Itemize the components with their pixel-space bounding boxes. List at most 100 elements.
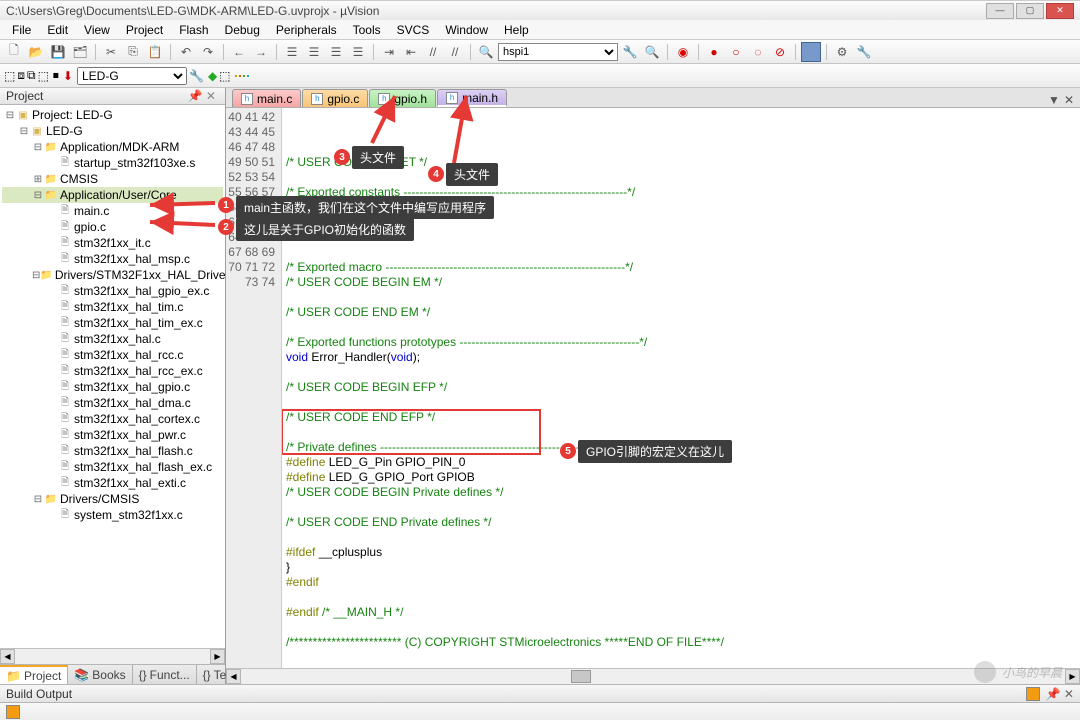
code-editor[interactable]: 40 41 42 43 44 45 46 47 48 49 50 51 52 5… (226, 108, 1080, 668)
tree-item[interactable]: ⊟📁Drivers/STM32F1xx_HAL_Driver (2, 267, 223, 283)
breakpoint-enable[interactable]: ○ (726, 42, 746, 62)
ehscroll-left[interactable]: ◀ (226, 669, 241, 684)
breakpoint-kill[interactable]: ⊘ (770, 42, 790, 62)
project-tree[interactable]: ⊟▣Project: LED-G⊟▣LED-G⊟📁Application/MDK… (0, 105, 225, 648)
sidebar-hscroll[interactable]: ◀ ▶ (0, 648, 225, 664)
hscroll-left[interactable]: ◀ (0, 649, 15, 664)
new-button[interactable]: 🗋 (4, 42, 24, 62)
outdent-button[interactable]: ⇤ (401, 42, 421, 62)
menu-view[interactable]: View (76, 23, 118, 37)
download-button[interactable]: ⬇ (63, 69, 73, 83)
tree-item[interactable]: 🗎stm32f1xx_hal.c (2, 331, 223, 347)
uncomment-button[interactable]: // (445, 42, 465, 62)
tree-item[interactable]: 🗎stm32f1xx_hal_tim_ex.c (2, 315, 223, 331)
manage-rtenv-button[interactable]: ◆ (208, 69, 217, 83)
target-options-button[interactable]: 🔧 (189, 69, 204, 83)
comment-button[interactable]: // (423, 42, 443, 62)
tab-close[interactable]: ✕ (1064, 93, 1074, 107)
rebuild-button[interactable]: ⧉ (27, 68, 36, 83)
panel-pin-icon[interactable]: 📌 ✕ (185, 89, 219, 103)
code-content[interactable]: /* USER CODE END ET */ /* Exported const… (282, 108, 1080, 668)
editor-tab-main-c[interactable]: hmain.c (232, 89, 301, 107)
minimize-button[interactable]: — (986, 3, 1014, 19)
forward-button[interactable]: → (251, 42, 271, 62)
build-output-pin-icon[interactable]: 📌 ✕ (1046, 687, 1074, 701)
build-button[interactable]: ⧈ (17, 68, 25, 83)
menu-edit[interactable]: Edit (39, 23, 76, 37)
find-in-files-button[interactable]: 🔍 (476, 42, 496, 62)
tree-item[interactable]: 🗎stm32f1xx_hal_dma.c (2, 395, 223, 411)
tree-item[interactable]: 🗎stm32f1xx_hal_gpio_ex.c (2, 283, 223, 299)
debug-button[interactable]: ◉ (673, 42, 693, 62)
window-toggle[interactable] (801, 42, 821, 62)
tree-item[interactable]: 🗎stm32f1xx_hal_cortex.c (2, 411, 223, 427)
tree-item[interactable]: ⊟📁Application/User/Core (2, 187, 223, 203)
paste-button[interactable]: 📋 (145, 42, 165, 62)
build-output-warning-icon[interactable] (1026, 687, 1040, 701)
tree-item[interactable]: 🗎stm32f1xx_hal_flash_ex.c (2, 459, 223, 475)
cut-button[interactable]: ✂ (101, 42, 121, 62)
menu-file[interactable]: File (4, 23, 39, 37)
find-combo[interactable]: hspi1 (498, 43, 618, 61)
tree-item[interactable]: 🗎stm32f1xx_hal_exti.c (2, 475, 223, 491)
tree-item[interactable]: 🗎stm32f1xx_it.c (2, 235, 223, 251)
configure-button[interactable]: ⚙ (832, 42, 852, 62)
menu-tools[interactable]: Tools (345, 23, 389, 37)
tb-green-1[interactable] (243, 75, 245, 77)
editor-hscroll[interactable]: ◀ ▶ (226, 668, 1080, 684)
sidebar-tab-funct[interactable]: {}Funct... (133, 665, 197, 684)
sidebar-tab-books[interactable]: 📚Books (68, 665, 132, 684)
close-button[interactable]: ✕ (1046, 3, 1074, 19)
tree-item[interactable]: ⊟📁Drivers/CMSIS (2, 491, 223, 507)
redo-button[interactable]: ↷ (198, 42, 218, 62)
find-button[interactable]: 🔧 (620, 42, 640, 62)
bookmark-toggle-button[interactable]: ☰ (282, 42, 302, 62)
editor-tab-gpio-c[interactable]: hgpio.c (302, 89, 368, 107)
bookmark-clear-button[interactable]: ☰ (348, 42, 368, 62)
target-select[interactable]: LED-G (77, 67, 187, 85)
tree-item[interactable]: 🗎gpio.c (2, 219, 223, 235)
breakpoint-disable[interactable]: ◌ (748, 42, 768, 62)
menu-window[interactable]: Window (437, 23, 496, 37)
tree-item[interactable]: ⊞📁CMSIS (2, 171, 223, 187)
stop-build-button[interactable]: ⏹ (53, 68, 59, 83)
maximize-button[interactable]: ▢ (1016, 3, 1044, 19)
options-button[interactable]: 🔧 (854, 42, 874, 62)
saveall-button[interactable]: 🗂 (70, 42, 90, 62)
menu-svcs[interactable]: SVCS (389, 23, 438, 37)
incremental-find-button[interactable]: 🔍 (642, 42, 662, 62)
undo-button[interactable]: ↶ (176, 42, 196, 62)
indent-button[interactable]: ⇥ (379, 42, 399, 62)
menu-peripherals[interactable]: Peripherals (268, 23, 345, 37)
tree-item[interactable]: 🗎system_stm32f1xx.c (2, 507, 223, 523)
translate-button[interactable]: ⬚ (4, 69, 15, 83)
tb-orange-1[interactable] (239, 75, 241, 77)
tree-item[interactable]: ⊟▣Project: LED-G (2, 107, 223, 123)
tree-item[interactable]: 🗎startup_stm32f103xe.s (2, 155, 223, 171)
tb-yellow-1[interactable] (235, 75, 237, 77)
tree-item[interactable]: 🗎stm32f1xx_hal_pwr.c (2, 427, 223, 443)
tree-item[interactable]: 🗎stm32f1xx_hal_msp.c (2, 251, 223, 267)
manage-proj-button[interactable]: ⬚ (219, 69, 230, 83)
tb-cyan-1[interactable] (247, 75, 249, 77)
tree-item[interactable]: 🗎stm32f1xx_hal_gpio.c (2, 379, 223, 395)
breakpoint-insert[interactable]: ● (704, 42, 724, 62)
tree-item[interactable]: ⊟▣LED-G (2, 123, 223, 139)
sidebar-tab-project[interactable]: 📁Project (0, 665, 68, 684)
tab-dropdown[interactable]: ▼ (1048, 93, 1060, 107)
save-button[interactable]: 💾 (48, 42, 68, 62)
back-button[interactable]: ← (229, 42, 249, 62)
tree-item[interactable]: ⊟📁Application/MDK-ARM (2, 139, 223, 155)
menu-flash[interactable]: Flash (171, 23, 216, 37)
menu-help[interactable]: Help (496, 23, 537, 37)
open-button[interactable]: 📂 (26, 42, 46, 62)
bookmark-next-button[interactable]: ☰ (326, 42, 346, 62)
menu-debug[interactable]: Debug (217, 23, 268, 37)
tree-item[interactable]: 🗎stm32f1xx_hal_flash.c (2, 443, 223, 459)
bookmark-prev-button[interactable]: ☰ (304, 42, 324, 62)
ehscroll-right[interactable]: ▶ (1065, 669, 1080, 684)
tree-item[interactable]: 🗎stm32f1xx_hal_rcc.c (2, 347, 223, 363)
editor-tab-main-h[interactable]: hmain.h (437, 89, 507, 107)
menu-project[interactable]: Project (118, 23, 171, 37)
batch-build-button[interactable]: ⬚ (38, 69, 49, 83)
